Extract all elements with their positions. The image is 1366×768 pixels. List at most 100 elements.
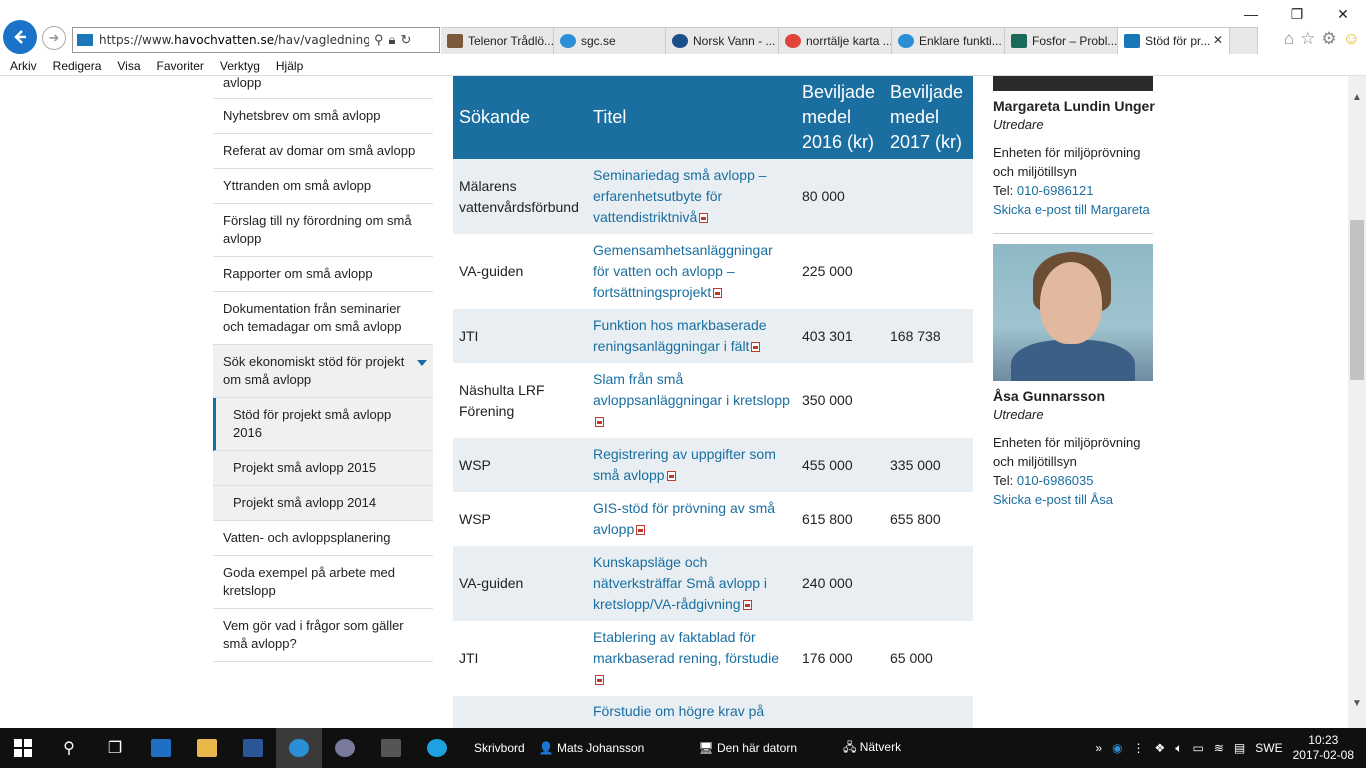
- sidebar-subitem-2014[interactable]: Projekt små avlopp 2014: [213, 486, 433, 521]
- ie-icon: [898, 34, 914, 48]
- ie-icon[interactable]: [276, 728, 322, 768]
- outlook-icon[interactable]: [138, 728, 184, 768]
- page-content: avlopp Nyhetsbrev om små avlopp Referat …: [0, 76, 1348, 728]
- overflow-chevron-icon[interactable]: »: [1095, 741, 1102, 755]
- sidebar-subitem-2015[interactable]: Projekt små avlopp 2015: [213, 451, 433, 486]
- sidebar-item-dokumentation[interactable]: Dokumentation från seminarier och temada…: [213, 292, 433, 345]
- home-icon[interactable]: ⌂: [1284, 29, 1294, 49]
- cell-title-link[interactable]: GIS-stöd för prövning av små avlopp: [587, 492, 796, 546]
- smiley-icon[interactable]: ☺: [1343, 29, 1360, 49]
- sidebar-item-rapporter[interactable]: Rapporter om små avlopp: [213, 257, 433, 292]
- tab-favicon: [1011, 34, 1027, 48]
- refresh-icon[interactable]: ↻: [400, 32, 411, 48]
- word-icon[interactable]: [230, 728, 276, 768]
- address-bar[interactable]: https://www.havochvatten.se/hav/vagledni…: [72, 27, 440, 53]
- email-link[interactable]: Skicka e-post till Åsa: [993, 490, 1163, 509]
- desktop-toolbar-label[interactable]: Skrivbord: [474, 741, 525, 755]
- sidebar-item-va-planering[interactable]: Vatten- och avloppsplanering: [213, 521, 433, 556]
- sidebar-item-nyhetsbrev[interactable]: Nyhetsbrev om små avlopp: [213, 99, 433, 134]
- menu-visa[interactable]: Visa: [117, 59, 140, 73]
- skype-icon[interactable]: [414, 728, 460, 768]
- grants-table: Sökande Titel Beviljade medel 2016 (kr) …: [453, 76, 973, 728]
- tab[interactable]: Enklare funkti...: [892, 27, 1005, 54]
- clock[interactable]: 10:23 2017-02-08: [1293, 733, 1354, 763]
- tray-app-icon[interactable]: ⋮: [1133, 741, 1145, 755]
- start-button[interactable]: [0, 728, 46, 768]
- contact-sidebar: Margareta Lundin Unger Utredare Enheten …: [993, 76, 1163, 509]
- sidebar-item-sok-stod[interactable]: Sök ekonomiskt stöd för projekt om små a…: [213, 345, 433, 398]
- chevron-down-icon[interactable]: [417, 360, 427, 366]
- email-link[interactable]: Skicka e-post till Margareta: [993, 200, 1163, 219]
- menu-redigera[interactable]: Redigera: [53, 59, 102, 73]
- cell-title-link[interactable]: Gemensamhetsanläggningar för vatten och …: [587, 234, 796, 309]
- sidebar-item-vem-gor-vad[interactable]: Vem gör vad i frågor som gäller små avlo…: [213, 609, 433, 662]
- task-view-icon[interactable]: ❐: [92, 728, 138, 768]
- sidebar-item-goda-exempel[interactable]: Goda exempel på arbete med kretslopp: [213, 556, 433, 609]
- calculator-icon[interactable]: [368, 728, 414, 768]
- site-favicon: [77, 34, 93, 46]
- forward-button[interactable]: ➜: [42, 26, 66, 50]
- table-row: JTI Funktion hos markbaserade reningsanl…: [453, 309, 973, 363]
- back-button[interactable]: [3, 20, 37, 54]
- lock-icon[interactable]: 🔒︎: [389, 32, 396, 48]
- tab[interactable]: Fosfor – Probl...: [1005, 27, 1118, 54]
- tab[interactable]: sgc.se: [554, 27, 666, 54]
- window-controls: — ❐ ✕: [1228, 0, 1366, 28]
- phone-link[interactable]: 010-6986035: [1017, 473, 1094, 488]
- scroll-up-icon[interactable]: ▲: [1352, 92, 1362, 103]
- scroll-down-icon[interactable]: ▼: [1352, 698, 1362, 709]
- language-indicator[interactable]: SWE: [1255, 741, 1282, 755]
- menu-favoriter[interactable]: Favoriter: [157, 59, 204, 73]
- cell-title-link[interactable]: Etablering av faktablad för markbaserad …: [587, 621, 796, 696]
- phone-link[interactable]: 010-6986121: [1017, 183, 1094, 198]
- notification-icon[interactable]: ▤: [1234, 741, 1245, 755]
- cell-title-link[interactable]: Förstudie om högre krav på: [587, 696, 796, 728]
- cell-title-link[interactable]: Slam från små avloppsanläggningar i kret…: [587, 363, 796, 438]
- file-explorer-icon[interactable]: [184, 728, 230, 768]
- app-icon[interactable]: [322, 728, 368, 768]
- vertical-scrollbar[interactable]: ▲ ▼: [1348, 76, 1366, 728]
- gear-icon[interactable]: ⚙: [1321, 29, 1336, 49]
- menu-verktyg[interactable]: Verktyg: [220, 59, 260, 73]
- cell-applicant: JTI: [453, 621, 587, 696]
- sidebar-subitem-2016[interactable]: Stöd för projekt små avlopp 2016: [213, 398, 433, 451]
- close-window-button[interactable]: ✕: [1320, 0, 1366, 28]
- cell-applicant: VA-guiden: [453, 234, 587, 309]
- cell-title-link[interactable]: Registrering av uppgifter som små avlopp: [587, 438, 796, 492]
- tab-active[interactable]: Stöd för pr... ✕: [1118, 27, 1230, 54]
- column-header: Sökande: [453, 76, 587, 159]
- new-tab-button[interactable]: [1230, 27, 1258, 54]
- search-icon[interactable]: ⚲: [46, 728, 92, 768]
- table-row: Mälarens vattenvårdsförbund Seminariedag…: [453, 159, 973, 234]
- tab[interactable]: Telenor Trådlö...: [441, 27, 554, 54]
- close-tab-icon[interactable]: ✕: [1213, 33, 1223, 47]
- wifi-icon[interactable]: ≋: [1214, 741, 1224, 755]
- sidebar-item-yttranden[interactable]: Yttranden om små avlopp: [213, 169, 433, 204]
- cell-2017: [884, 159, 973, 234]
- minimize-button[interactable]: —: [1228, 0, 1274, 28]
- dropbox-icon[interactable]: ❖: [1155, 741, 1166, 755]
- tab[interactable]: Norsk Vann - ...: [666, 27, 779, 54]
- menu-arkiv[interactable]: Arkiv: [10, 59, 37, 73]
- table-row: WSP Registrering av uppgifter som små av…: [453, 438, 973, 492]
- cell-title-link[interactable]: Funktion hos markbaserade reningsanläggn…: [587, 309, 796, 363]
- tray-app-icon[interactable]: ◉: [1112, 741, 1122, 755]
- sidebar-item-referat[interactable]: Referat av domar om små avlopp: [213, 134, 433, 169]
- sidebar-item-forslag[interactable]: Förslag till ny förordning om små avlopp: [213, 204, 433, 257]
- system-tray: » ◉ ⋮ ❖ 🔈︎ ▭ ≋ ▤ SWE 10:23 2017-02-08: [1095, 728, 1366, 768]
- restore-button[interactable]: ❐: [1274, 0, 1320, 28]
- search-icon[interactable]: ⚲: [374, 32, 384, 48]
- sidebar-item[interactable]: avlopp: [213, 76, 433, 99]
- cell-title-link[interactable]: Kunskapsläge och nätverksträffar Små avl…: [587, 546, 796, 621]
- menu-hjalp[interactable]: Hjälp: [276, 59, 303, 73]
- battery-icon[interactable]: ▭: [1193, 741, 1204, 755]
- tab[interactable]: norrtälje karta ...: [779, 27, 892, 54]
- mute-icon[interactable]: 🔈︎: [1175, 741, 1182, 756]
- user-folder-link[interactable]: 👤 Mats Johansson: [539, 741, 645, 755]
- column-header: Titel: [587, 76, 796, 159]
- this-pc-link[interactable]: 🖥 Den här datorn: [698, 741, 797, 755]
- network-link[interactable]: 🖧 Nätverk: [843, 738, 901, 759]
- scrollbar-thumb[interactable]: [1350, 220, 1364, 380]
- cell-title-link[interactable]: Seminariedag små avlopp – erfarenhetsutb…: [587, 159, 796, 234]
- favorites-star-icon[interactable]: ☆: [1300, 29, 1315, 49]
